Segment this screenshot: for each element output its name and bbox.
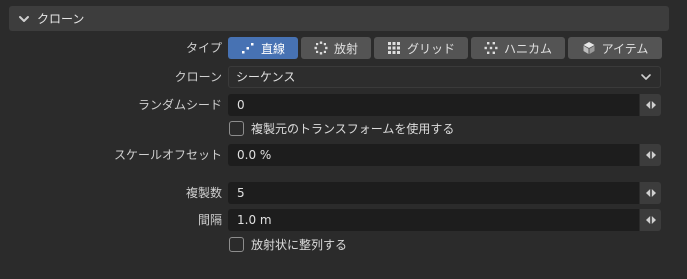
type-line-label: 直線 — [260, 41, 285, 56]
keyframe-icon — [645, 189, 656, 197]
random-seed-label: ランダムシード — [137, 98, 222, 112]
type-item-button[interactable]: アイテム — [568, 37, 662, 59]
count-row: 複製数 5 — [0, 182, 687, 204]
cube-icon — [583, 42, 595, 54]
grid-icon — [387, 42, 400, 54]
chevron-down-icon — [641, 74, 651, 80]
type-honeycomb-label: ハニカム — [503, 41, 552, 56]
honeycomb-icon — [484, 42, 498, 54]
line-icon — [241, 43, 254, 54]
random-seed-keyframe-button[interactable] — [640, 94, 661, 116]
panel-header[interactable]: クローン — [9, 6, 669, 31]
clone-label: クローン — [174, 70, 222, 84]
count-label: 複製数 — [185, 186, 222, 200]
keyframe-icon — [645, 151, 656, 159]
random-seed-row: ランダムシード 0 — [0, 94, 687, 116]
keyframe-icon — [645, 101, 656, 109]
radial-align-label[interactable]: 放射状に整列する — [251, 234, 347, 256]
random-seed-input[interactable]: 0 — [228, 94, 639, 116]
type-row: タイプ 直線 放射 グリッド ハニカム アイテム — [0, 37, 687, 59]
spacing-row: 間隔 1.0 m — [0, 209, 687, 231]
panel-title: クローン — [37, 12, 85, 26]
count-input[interactable]: 5 — [228, 182, 639, 204]
radial-align-row: 放射状に整列する — [0, 234, 687, 256]
spacing-label: 間隔 — [197, 213, 222, 227]
type-grid-button[interactable]: グリッド — [374, 37, 468, 59]
keyframe-icon — [645, 216, 656, 224]
type-item-label: アイテム — [601, 41, 649, 56]
type-radial-label: 放射 — [333, 41, 358, 56]
chevron-down-icon — [19, 15, 29, 22]
copy-transform-label[interactable]: 複製元のトランスフォームを使用する — [251, 118, 454, 140]
clone-dropdown[interactable]: シーケンス — [228, 66, 661, 88]
scale-offset-keyframe-button[interactable] — [640, 144, 661, 166]
type-honeycomb-button[interactable]: ハニカム — [471, 37, 565, 59]
copy-transform-row: 複製元のトランスフォームを使用する — [0, 118, 687, 140]
copy-transform-checkbox[interactable] — [229, 121, 244, 136]
clone-row: クローン シーケンス — [0, 66, 687, 88]
type-label: タイプ — [185, 41, 222, 55]
type-line-button[interactable]: 直線 — [228, 37, 298, 59]
radial-align-checkbox[interactable] — [229, 237, 244, 252]
type-radial-button[interactable]: 放射 — [301, 37, 371, 59]
scale-offset-row: スケールオフセット 0.0 % — [0, 144, 687, 166]
spacing-keyframe-button[interactable] — [640, 209, 661, 231]
count-keyframe-button[interactable] — [640, 182, 661, 204]
clone-dropdown-value: シーケンス — [236, 70, 296, 84]
scale-offset-label: スケールオフセット — [113, 148, 222, 162]
radial-icon — [314, 41, 328, 55]
spacing-input[interactable]: 1.0 m — [228, 209, 639, 231]
scale-offset-input[interactable]: 0.0 % — [228, 144, 639, 166]
type-grid-label: グリッド — [406, 41, 455, 56]
